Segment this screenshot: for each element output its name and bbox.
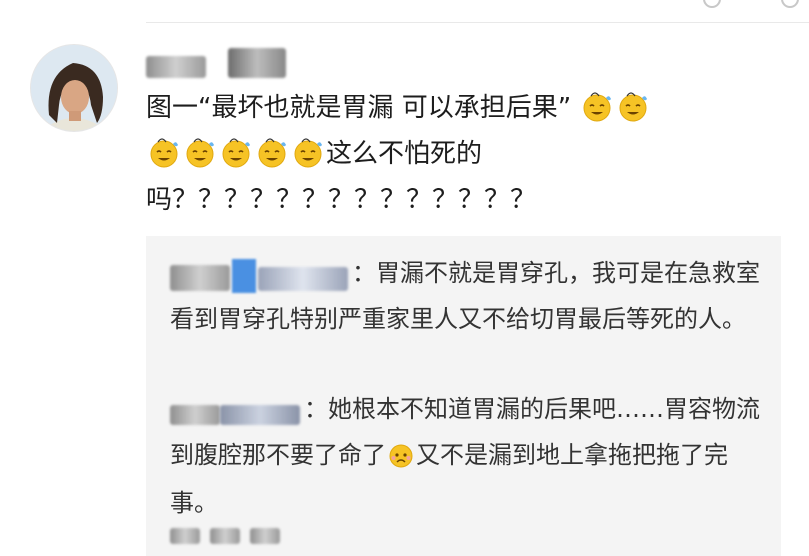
reply-item[interactable]: ：胃漏不就是胃穿孔，我可是在急救室看到胃穿孔特别严重家里人又不给切胃最后等死的人… xyxy=(170,252,770,340)
dizzy-sweat-face-emoji xyxy=(617,90,649,134)
comment-text: 图一“最坏也就是胃漏 可以承担后果” 这么不怕死的吗？？？？？？？？？？？？？？ xyxy=(146,88,786,220)
reply-username[interactable] xyxy=(170,392,300,434)
truncated-reply xyxy=(170,528,280,544)
top-divider xyxy=(146,22,809,23)
like-icon[interactable] xyxy=(781,0,799,8)
username-blur-1 xyxy=(146,56,206,78)
toolbar-icons xyxy=(703,0,799,8)
worried-face-emoji xyxy=(388,440,414,482)
reply-username[interactable] xyxy=(170,256,348,298)
dizzy-sweat-face-emoji xyxy=(184,136,216,180)
avatar[interactable] xyxy=(30,44,118,132)
comment-text-before: 图一“最坏也就是胃漏 可以承担后果” xyxy=(146,93,572,123)
dizzy-sweat-face-emoji xyxy=(292,136,324,180)
share-icon[interactable] xyxy=(703,0,721,8)
dizzy-sweat-face-emoji xyxy=(220,136,252,180)
username-blur-2 xyxy=(228,48,286,78)
dizzy-sweat-face-emoji xyxy=(148,136,180,180)
username[interactable] xyxy=(146,44,286,78)
dizzy-sweat-face-emoji xyxy=(256,136,288,180)
dizzy-sweat-face-emoji xyxy=(581,90,613,134)
reply-item[interactable]: ：她根本不知道胃漏的后果吧……胃容物流到腹腔那不要了命了 又不是漏到地上拿拖把拖了… xyxy=(170,388,770,524)
